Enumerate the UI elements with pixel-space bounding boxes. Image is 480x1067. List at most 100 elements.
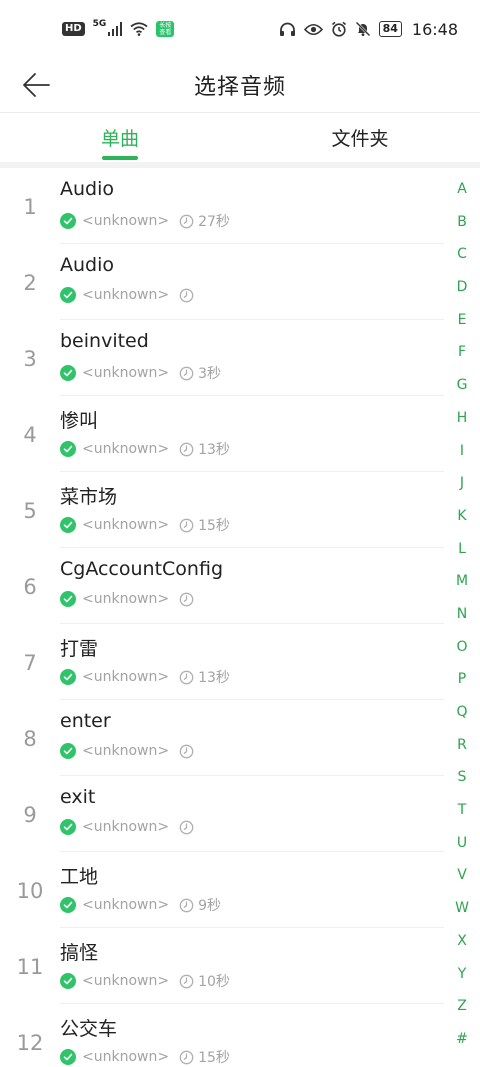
headphones-icon	[279, 22, 296, 37]
song-title: Audio	[60, 254, 115, 276]
song-title: 惨叫	[60, 410, 99, 432]
song-title: 菜市场	[60, 486, 118, 508]
tab-folders[interactable]: 文件夹	[240, 113, 480, 162]
eye-icon	[303, 23, 323, 36]
alphabet-index[interactable]: A B C D E F G H I J K L M N O P Q R S T U V W X Y Z #	[444, 180, 480, 1048]
song-row[interactable]: 8 enter <unknown>	[0, 700, 444, 776]
song-title: CgAccountConfig	[60, 558, 224, 580]
song-row[interactable]: 1 Audio <unknown> 27秒	[0, 168, 444, 244]
alphabet-letter-o[interactable]: O	[444, 638, 480, 656]
song-artist: <unknown>	[82, 287, 170, 303]
song-index: 11	[16, 955, 44, 979]
title-bar: 选择音频	[0, 58, 480, 112]
back-button[interactable]	[18, 67, 54, 103]
song-meta: <unknown>	[60, 287, 198, 303]
song-title: exit	[60, 786, 96, 808]
song-body: 惨叫 <unknown> 13秒	[60, 396, 444, 472]
check-icon	[60, 897, 76, 913]
song-body: CgAccountConfig <unknown>	[60, 548, 444, 624]
tab-songs[interactable]: 单曲	[0, 113, 240, 162]
song-index: 7	[23, 651, 37, 675]
check-icon	[60, 819, 76, 835]
alphabet-letter-v[interactable]: V	[444, 866, 480, 884]
alphabet-letter-e[interactable]: E	[444, 311, 480, 329]
alarm-icon	[331, 21, 347, 37]
alphabet-letter-h[interactable]: H	[444, 409, 480, 427]
signal-icon	[108, 22, 123, 36]
song-body: exit <unknown>	[60, 776, 444, 852]
alphabet-letter-r[interactable]: R	[444, 736, 480, 754]
song-body: 工地 <unknown> 9秒	[60, 852, 444, 928]
alphabet-letter-y[interactable]: Y	[444, 965, 480, 983]
status-time: 16:48	[411, 19, 458, 39]
hd-badge: HD	[62, 22, 85, 36]
song-title: beinvited	[60, 330, 149, 352]
alphabet-letter-c[interactable]: C	[444, 245, 480, 263]
song-meta: <unknown> 15秒	[60, 1047, 230, 1067]
alphabet-letter-m[interactable]: M	[444, 572, 480, 590]
alphabet-letter-n[interactable]: N	[444, 605, 480, 623]
alphabet-letter-i[interactable]: I	[444, 442, 480, 460]
clock-icon	[179, 592, 194, 607]
song-row[interactable]: 12 公交车 <unknown> 15秒	[0, 1004, 444, 1067]
check-icon	[60, 591, 76, 607]
alphabet-letter-g[interactable]: G	[444, 376, 480, 394]
song-list[interactable]: 1 Audio <unknown> 27秒 2 Audio <unknown> …	[0, 168, 444, 1067]
song-row[interactable]: 11 搞怪 <unknown> 10秒	[0, 928, 444, 1004]
song-artist: <unknown>	[82, 1049, 170, 1065]
alphabet-letter-q[interactable]: Q	[444, 703, 480, 721]
alphabet-letter-z[interactable]: Z	[444, 997, 480, 1015]
song-index: 8	[23, 727, 37, 751]
alphabet-letter-b[interactable]: B	[444, 213, 480, 231]
mute-bell-icon	[355, 21, 371, 37]
song-artist: <unknown>	[82, 973, 170, 989]
song-row[interactable]: 3 beinvited <unknown> 3秒	[0, 320, 444, 396]
song-title: Audio	[60, 178, 115, 200]
song-artist: <unknown>	[82, 591, 170, 607]
song-row[interactable]: 6 CgAccountConfig <unknown>	[0, 548, 444, 624]
check-icon	[60, 213, 76, 229]
song-duration: 15秒	[198, 518, 230, 534]
song-index: 3	[23, 347, 37, 371]
check-icon	[60, 743, 76, 759]
song-duration: 15秒	[198, 1050, 230, 1066]
song-artist: <unknown>	[82, 897, 170, 913]
song-meta: <unknown>	[60, 743, 198, 759]
alphabet-letter-k[interactable]: K	[444, 507, 480, 525]
song-body: Audio <unknown>	[60, 244, 444, 320]
song-body: 打雷 <unknown> 13秒	[60, 624, 444, 700]
song-body: 公交车 <unknown> 15秒	[60, 1004, 444, 1067]
song-row[interactable]: 9 exit <unknown>	[0, 776, 444, 852]
alphabet-letter-l[interactable]: L	[444, 540, 480, 558]
song-index: 2	[23, 271, 37, 295]
alphabet-letter-p[interactable]: P	[444, 670, 480, 688]
alphabet-letter-a[interactable]: A	[444, 180, 480, 198]
alphabet-letter-f[interactable]: F	[444, 343, 480, 361]
song-meta: <unknown> 27秒	[60, 211, 230, 231]
alphabet-letter-u[interactable]: U	[444, 834, 480, 852]
clock-icon	[179, 898, 194, 913]
song-meta: <unknown> 9秒	[60, 895, 221, 915]
alphabet-letter-t[interactable]: T	[444, 801, 480, 819]
badge-bottom-text: 查看	[159, 29, 172, 36]
song-row[interactable]: 5 菜市场 <unknown> 15秒	[0, 472, 444, 548]
alphabet-letter-hash[interactable]: #	[444, 1030, 480, 1048]
clock-icon	[179, 442, 194, 457]
tab-bar: 单曲 文件夹	[0, 112, 480, 162]
alphabet-letter-j[interactable]: J	[444, 474, 480, 492]
song-meta: <unknown> 10秒	[60, 971, 230, 991]
song-row[interactable]: 4 惨叫 <unknown> 13秒	[0, 396, 444, 472]
clock-icon	[179, 214, 194, 229]
song-row[interactable]: 7 打雷 <unknown> 13秒	[0, 624, 444, 700]
alphabet-letter-w[interactable]: W	[444, 899, 480, 917]
alphabet-letter-d[interactable]: D	[444, 278, 480, 296]
song-meta: <unknown> 13秒	[60, 439, 230, 459]
song-row[interactable]: 2 Audio <unknown>	[0, 244, 444, 320]
status-right: 84 16:48	[279, 20, 458, 39]
battery-icon: 84	[378, 21, 402, 37]
song-artist: <unknown>	[82, 441, 170, 457]
alphabet-letter-s[interactable]: S	[444, 768, 480, 786]
song-row[interactable]: 10 工地 <unknown> 9秒	[0, 852, 444, 928]
alphabet-letter-x[interactable]: X	[444, 932, 480, 950]
song-meta: <unknown> 3秒	[60, 363, 221, 383]
